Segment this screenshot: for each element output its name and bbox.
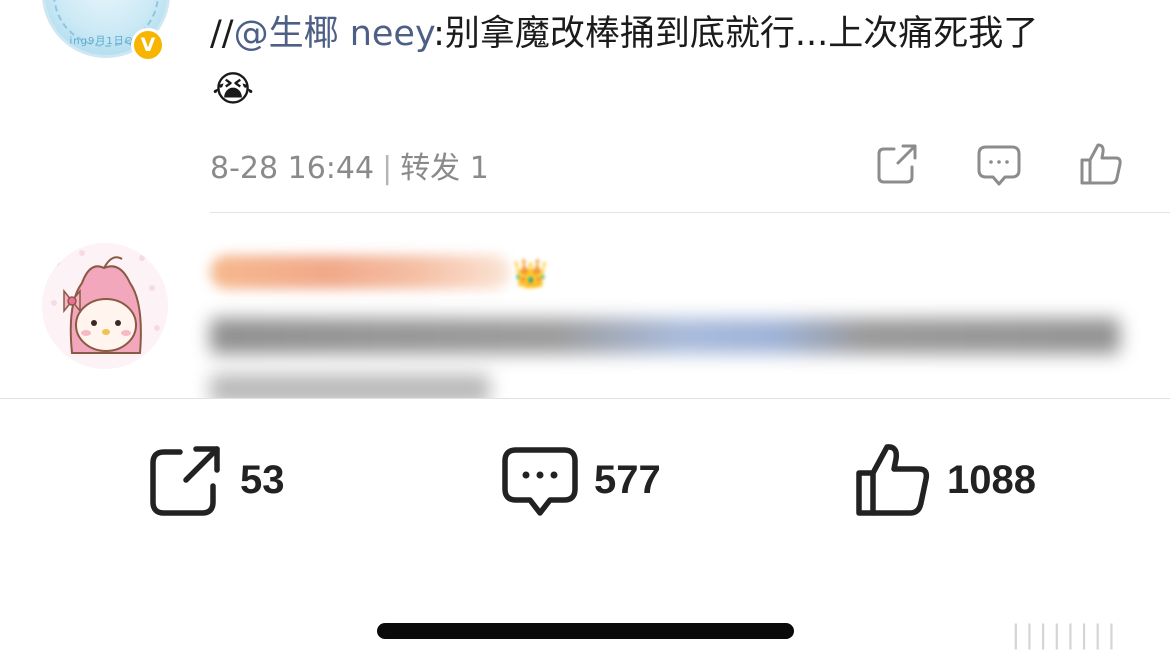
comment-bubble-icon	[977, 145, 1021, 186]
share-icon	[150, 446, 220, 516]
like-count: 1088	[947, 457, 1036, 502]
watermark: ||||||||	[1008, 620, 1119, 650]
comment-bubble-icon	[502, 447, 578, 516]
verified-badge-icon: V	[131, 28, 165, 62]
repost-button[interactable]: 53	[146, 440, 285, 520]
thumbs-up-icon	[856, 444, 930, 516]
comment-meta: 8-28 16:44 | 转发 1	[210, 143, 489, 187]
like-button[interactable]: 1088	[853, 440, 1036, 520]
repost-count: 53	[240, 457, 285, 502]
comment-body: :别拿魔改棒捅到底就行...上次痛死我了	[433, 14, 1039, 54]
crying-emoji-icon: 😭	[212, 69, 255, 110]
avatar[interactable]	[42, 243, 168, 369]
blurred-comment-text	[210, 318, 1120, 354]
home-indicator[interactable]	[377, 623, 794, 639]
blurred-username	[210, 255, 510, 289]
comment-button[interactable]: 577	[500, 440, 661, 520]
repost-count-link[interactable]: 转发 1	[400, 151, 489, 186]
thumbs-up-icon	[1080, 143, 1122, 185]
comment-button[interactable]	[976, 141, 1022, 187]
meta-separator: |	[382, 151, 393, 186]
share-icon	[877, 144, 917, 184]
mention-link[interactable]: @生椰 neey	[234, 14, 434, 54]
my-melody-avatar-icon	[42, 243, 168, 369]
like-button[interactable]	[1078, 141, 1124, 187]
repost-prefix: //	[210, 14, 234, 54]
comment-divider	[210, 212, 1170, 213]
comment-text: //@生椰 neey:别拿魔改棒捅到底就行...上次痛死我了	[210, 12, 1140, 56]
comment-count: 577	[594, 457, 661, 502]
comment-date: 8-28 16:44	[210, 151, 375, 186]
crown-icon: 👑	[513, 257, 548, 290]
share-button[interactable]	[874, 141, 920, 187]
